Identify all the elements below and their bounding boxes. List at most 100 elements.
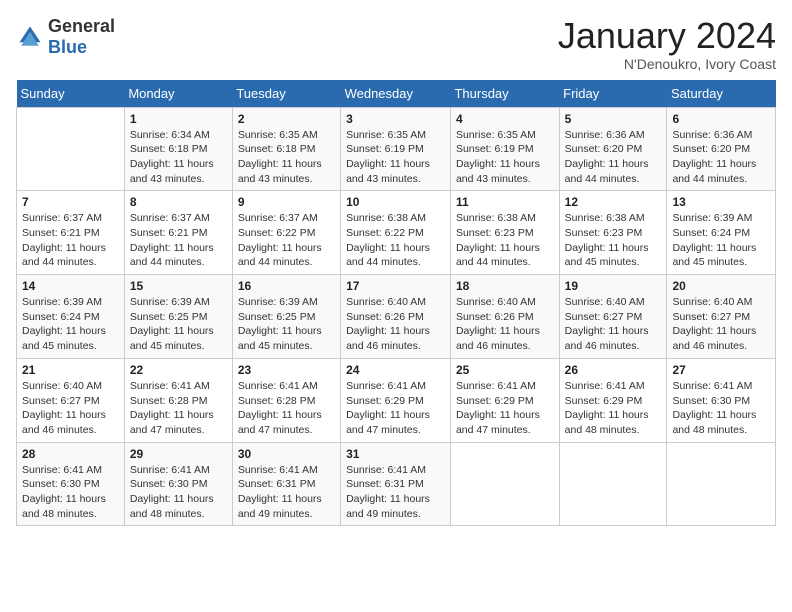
day-info: Sunrise: 6:41 AMSunset: 6:30 PMDaylight:… (130, 463, 227, 522)
calendar-cell: 23 Sunrise: 6:41 AMSunset: 6:28 PMDayligh… (232, 358, 340, 442)
calendar-cell: 18 Sunrise: 6:40 AMSunset: 6:26 PMDayligh… (450, 275, 559, 359)
calendar-cell: 6Sunrise: 6:36 AMSunset: 6:20 PMDaylight… (667, 107, 776, 191)
calendar-cell: 25Sunrise: 6:41 AMSunset: 6:29 PMDayligh… (450, 358, 559, 442)
day-info: Sunrise: 6:35 AMSunset: 6:18 PMDaylight:… (238, 128, 335, 187)
day-number: 18 (456, 279, 554, 293)
calendar-cell: 8 Sunrise: 6:37 AMSunset: 6:21 PMDaylight… (124, 191, 232, 275)
calendar-cell: 12 Sunrise: 6:38 AMSunset: 6:23 PMDayligh… (559, 191, 667, 275)
day-number: 12 (565, 195, 662, 209)
day-number: 27 (672, 363, 770, 377)
calendar-cell: 26Sunrise: 6:41 AMSunset: 6:29 PMDayligh… (559, 358, 667, 442)
day-number: 17 (346, 279, 445, 293)
calendar-cell: 17 Sunrise: 6:40 AMSunset: 6:26 PMDayligh… (341, 275, 451, 359)
day-info: Sunrise: 6:38 AMSunset: 6:23 PMDaylight:… (565, 211, 662, 270)
day-number: 4 (456, 112, 554, 126)
calendar-week-row: 28Sunrise: 6:41 AMSunset: 6:30 PMDayligh… (17, 442, 776, 526)
day-info: Sunrise: 6:37 AMSunset: 6:22 PMDaylight:… (238, 211, 335, 270)
day-number: 21 (22, 363, 119, 377)
calendar-cell: 14 Sunrise: 6:39 AMSunset: 6:24 PMDayligh… (17, 275, 125, 359)
day-info: Sunrise: 6:40 AMSunset: 6:26 PMDaylight:… (346, 295, 445, 354)
calendar-cell: 30 Sunrise: 6:41 AMSunset: 6:31 PMDayligh… (232, 442, 340, 526)
weekday-header-sunday: Sunday (17, 80, 125, 108)
calendar-cell: 4 Sunrise: 6:35 AMSunset: 6:19 PMDaylight… (450, 107, 559, 191)
logo-icon (16, 23, 44, 51)
day-info: Sunrise: 6:41 AMSunset: 6:31 PMDaylight:… (238, 463, 335, 522)
day-info: Sunrise: 6:38 AMSunset: 6:23 PMDaylight:… (456, 211, 554, 270)
day-number: 23 (238, 363, 335, 377)
day-info: Sunrise: 6:35 AMSunset: 6:19 PMDaylight:… (456, 128, 554, 187)
day-number: 13 (672, 195, 770, 209)
day-info: Sunrise: 6:41 AMSunset: 6:28 PMDaylight:… (130, 379, 227, 438)
calendar-cell: 29 Sunrise: 6:41 AMSunset: 6:30 PMDayligh… (124, 442, 232, 526)
calendar-cell: 5 Sunrise: 6:36 AMSunset: 6:20 PMDaylight… (559, 107, 667, 191)
weekday-header-monday: Monday (124, 80, 232, 108)
logo-general-text: General (48, 16, 115, 36)
weekday-header-tuesday: Tuesday (232, 80, 340, 108)
day-info: Sunrise: 6:36 AMSunset: 6:20 PMDaylight:… (565, 128, 662, 187)
month-title: January 2024 (558, 16, 776, 56)
day-info: Sunrise: 6:41 AMSunset: 6:29 PMDaylight:… (456, 379, 554, 438)
calendar-table: SundayMondayTuesdayWednesdayThursdayFrid… (16, 80, 776, 527)
day-info: Sunrise: 6:34 AMSunset: 6:18 PMDaylight:… (130, 128, 227, 187)
day-info: Sunrise: 6:37 AMSunset: 6:21 PMDaylight:… (22, 211, 119, 270)
day-info: Sunrise: 6:38 AMSunset: 6:22 PMDaylight:… (346, 211, 445, 270)
day-info: Sunrise: 6:39 AMSunset: 6:24 PMDaylight:… (22, 295, 119, 354)
logo-blue-text: Blue (48, 37, 87, 57)
day-info: Sunrise: 6:41 AMSunset: 6:31 PMDaylight:… (346, 463, 445, 522)
page-header: General Blue January 2024 N'Denoukro, Iv… (16, 16, 776, 72)
calendar-week-row: 1Sunrise: 6:34 AMSunset: 6:18 PMDaylight… (17, 107, 776, 191)
day-info: Sunrise: 6:41 AMSunset: 6:29 PMDaylight:… (565, 379, 662, 438)
day-number: 15 (130, 279, 227, 293)
day-number: 29 (130, 447, 227, 461)
day-number: 7 (22, 195, 119, 209)
weekday-header-friday: Friday (559, 80, 667, 108)
day-number: 24 (346, 363, 445, 377)
calendar-cell: 21Sunrise: 6:40 AMSunset: 6:27 PMDayligh… (17, 358, 125, 442)
day-number: 16 (238, 279, 335, 293)
day-info: Sunrise: 6:39 AMSunset: 6:24 PMDaylight:… (672, 211, 770, 270)
day-info: Sunrise: 6:41 AMSunset: 6:29 PMDaylight:… (346, 379, 445, 438)
calendar-cell: 13 Sunrise: 6:39 AMSunset: 6:24 PMDayligh… (667, 191, 776, 275)
day-info: Sunrise: 6:41 AMSunset: 6:30 PMDaylight:… (672, 379, 770, 438)
day-number: 2 (238, 112, 335, 126)
day-info: Sunrise: 6:41 AMSunset: 6:28 PMDaylight:… (238, 379, 335, 438)
day-info: Sunrise: 6:40 AMSunset: 6:27 PMDaylight:… (565, 295, 662, 354)
calendar-cell: 3 Sunrise: 6:35 AMSunset: 6:19 PMDaylight… (341, 107, 451, 191)
calendar-cell: 1Sunrise: 6:34 AMSunset: 6:18 PMDaylight… (124, 107, 232, 191)
calendar-cell: 15Sunrise: 6:39 AMSunset: 6:25 PMDayligh… (124, 275, 232, 359)
day-info: Sunrise: 6:37 AMSunset: 6:21 PMDaylight:… (130, 211, 227, 270)
day-number: 30 (238, 447, 335, 461)
day-number: 14 (22, 279, 119, 293)
day-info: Sunrise: 6:40 AMSunset: 6:26 PMDaylight:… (456, 295, 554, 354)
calendar-cell: 24 Sunrise: 6:41 AMSunset: 6:29 PMDayligh… (341, 358, 451, 442)
title-area: January 2024 N'Denoukro, Ivory Coast (558, 16, 776, 72)
calendar-cell (450, 442, 559, 526)
calendar-cell: 2 Sunrise: 6:35 AMSunset: 6:18 PMDaylight… (232, 107, 340, 191)
calendar-cell: 19Sunrise: 6:40 AMSunset: 6:27 PMDayligh… (559, 275, 667, 359)
weekday-header-saturday: Saturday (667, 80, 776, 108)
calendar-cell: 28Sunrise: 6:41 AMSunset: 6:30 PMDayligh… (17, 442, 125, 526)
calendar-cell: 9 Sunrise: 6:37 AMSunset: 6:22 PMDaylight… (232, 191, 340, 275)
calendar-week-row: 7 Sunrise: 6:37 AMSunset: 6:21 PMDaylight… (17, 191, 776, 275)
calendar-cell: 7 Sunrise: 6:37 AMSunset: 6:21 PMDaylight… (17, 191, 125, 275)
calendar-cell: 10 Sunrise: 6:38 AMSunset: 6:22 PMDayligh… (341, 191, 451, 275)
day-number: 10 (346, 195, 445, 209)
day-info: Sunrise: 6:39 AMSunset: 6:25 PMDaylight:… (238, 295, 335, 354)
day-number: 8 (130, 195, 227, 209)
day-number: 3 (346, 112, 445, 126)
location-title: N'Denoukro, Ivory Coast (558, 56, 776, 72)
calendar-cell: 22 Sunrise: 6:41 AMSunset: 6:28 PMDayligh… (124, 358, 232, 442)
calendar-cell (17, 107, 125, 191)
calendar-cell: 27 Sunrise: 6:41 AMSunset: 6:30 PMDayligh… (667, 358, 776, 442)
day-info: Sunrise: 6:41 AMSunset: 6:30 PMDaylight:… (22, 463, 119, 522)
weekday-header-thursday: Thursday (450, 80, 559, 108)
day-number: 22 (130, 363, 227, 377)
day-info: Sunrise: 6:35 AMSunset: 6:19 PMDaylight:… (346, 128, 445, 187)
day-number: 5 (565, 112, 662, 126)
calendar-cell (559, 442, 667, 526)
calendar-week-row: 21Sunrise: 6:40 AMSunset: 6:27 PMDayligh… (17, 358, 776, 442)
logo: General Blue (16, 16, 115, 58)
calendar-cell: 20Sunrise: 6:40 AMSunset: 6:27 PMDayligh… (667, 275, 776, 359)
day-number: 6 (672, 112, 770, 126)
day-number: 9 (238, 195, 335, 209)
